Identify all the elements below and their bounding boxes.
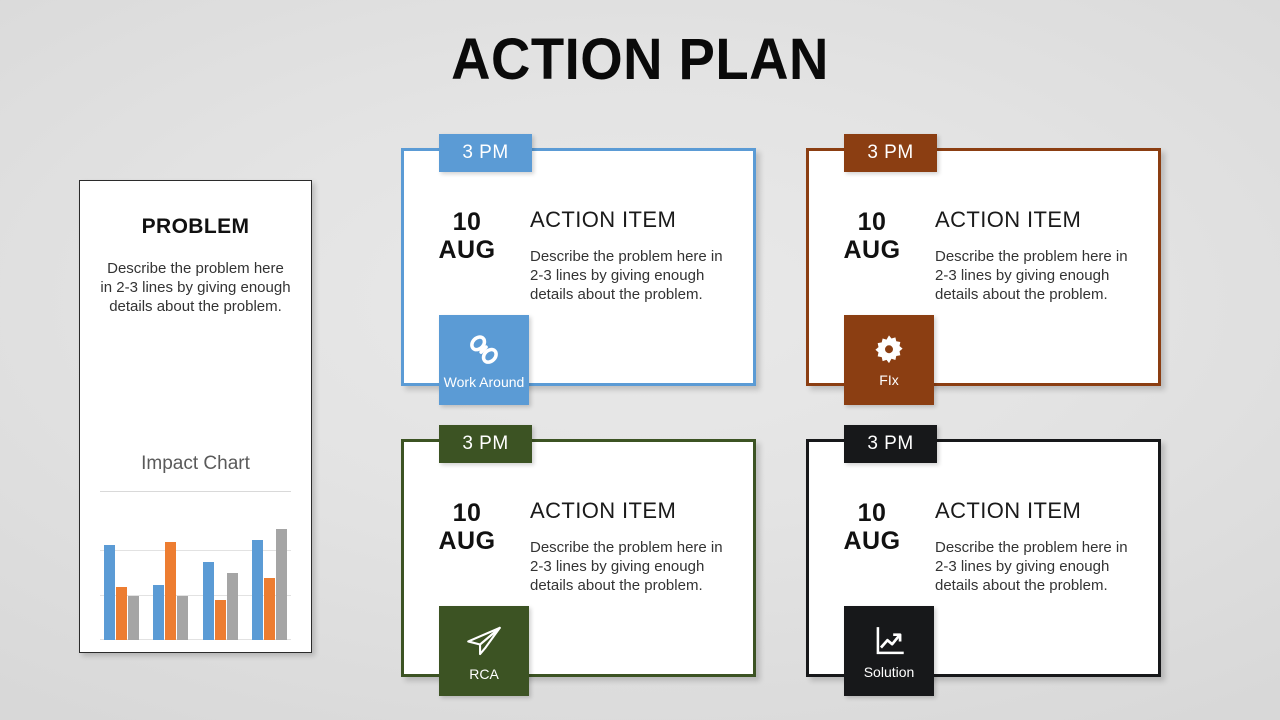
card-heading: ACTION ITEM — [530, 498, 677, 523]
chart-bar — [226, 573, 238, 640]
chart-bar — [177, 595, 189, 640]
action-card[interactable]: 3 PM 10 AUG ACTION ITEM Describe the problem… — [401, 134, 756, 405]
card-time-label: 3 PM — [867, 142, 914, 163]
chart-bar — [165, 542, 177, 640]
chart-bar — [104, 544, 115, 640]
chart-bar — [202, 562, 214, 640]
chart-bars — [100, 518, 291, 640]
chart-bar — [275, 529, 287, 640]
card-time-label: 3 PM — [462, 433, 509, 454]
card-time-tab[interactable]: 3 PM — [439, 134, 532, 172]
chart-bar-group — [104, 518, 139, 640]
card-date-day: 10 — [857, 499, 887, 527]
problem-panel: PROBLEM Describe the problem here in 2-3… — [79, 180, 312, 653]
action-card[interactable]: 3 PM 10 AUG ACTION ITEM Describe the problem… — [401, 425, 756, 696]
card-icon-badge[interactable]: FIx — [844, 315, 934, 405]
chart-bar-group — [153, 518, 189, 640]
card-icon-badge[interactable]: Solution — [844, 606, 934, 696]
card-heading: ACTION ITEM — [935, 498, 1082, 523]
card-badge-label: FIx — [879, 371, 899, 388]
card-date-day: 10 — [452, 499, 482, 527]
card-body-text: Describe the problem here in 2-3 lines b… — [530, 539, 723, 595]
gear-icon — [871, 332, 907, 368]
card-time-tab[interactable]: 3 PM — [439, 425, 532, 463]
card-icon-badge[interactable]: Work Around — [439, 315, 529, 405]
chart-bar-group — [251, 518, 287, 640]
chart-bar — [263, 577, 275, 640]
card-heading: ACTION ITEM — [530, 207, 677, 232]
card-badge-label: Work Around — [443, 373, 525, 390]
action-card[interactable]: 3 PM 10 AUG ACTION ITEM Describe the problem… — [806, 134, 1161, 405]
chart-bar — [153, 584, 165, 640]
card-time-label: 3 PM — [462, 142, 509, 163]
problem-heading: PROBLEM — [141, 215, 250, 238]
card-body-text: Describe the problem here in 2-3 lines b… — [530, 248, 723, 304]
card-date-month: AUG — [843, 527, 901, 555]
chart-bar — [116, 586, 127, 640]
impact-chart-block: Impact Chart — [100, 453, 291, 640]
chain-link-icon — [464, 330, 504, 370]
card-date-day: 10 — [452, 208, 482, 236]
paper-plane-icon — [463, 620, 505, 662]
impact-chart-title: Impact Chart — [141, 453, 250, 474]
card-body-text: Describe the problem here in 2-3 lines b… — [935, 539, 1128, 595]
card-badge-label: Solution — [863, 663, 915, 680]
chart-bar — [251, 540, 263, 640]
card-heading: ACTION ITEM — [935, 207, 1082, 232]
card-date-month: AUG — [843, 236, 901, 264]
card-icon-badge[interactable]: RCA — [439, 606, 529, 696]
problem-body-text: Describe the problem here in 2-3 lines b… — [100, 260, 291, 316]
chart-bar — [128, 595, 139, 640]
chart-bar-group — [202, 518, 238, 640]
chart-divider — [100, 491, 291, 492]
page-title: ACTION PLAN — [451, 27, 829, 92]
card-time-tab[interactable]: 3 PM — [844, 425, 937, 463]
impact-chart-plot — [100, 518, 291, 640]
card-date-day: 10 — [857, 208, 887, 236]
card-time-label: 3 PM — [867, 433, 914, 454]
card-date-month: AUG — [438, 236, 496, 264]
card-badge-label: RCA — [469, 665, 499, 682]
action-card[interactable]: 3 PM 10 AUG ACTION ITEM Describe the problem… — [806, 425, 1161, 696]
card-date-month: AUG — [438, 527, 496, 555]
growth-chart-icon — [870, 622, 908, 660]
chart-bar — [214, 600, 226, 640]
card-time-tab[interactable]: 3 PM — [844, 134, 937, 172]
card-body-text: Describe the problem here in 2-3 lines b… — [935, 248, 1128, 304]
